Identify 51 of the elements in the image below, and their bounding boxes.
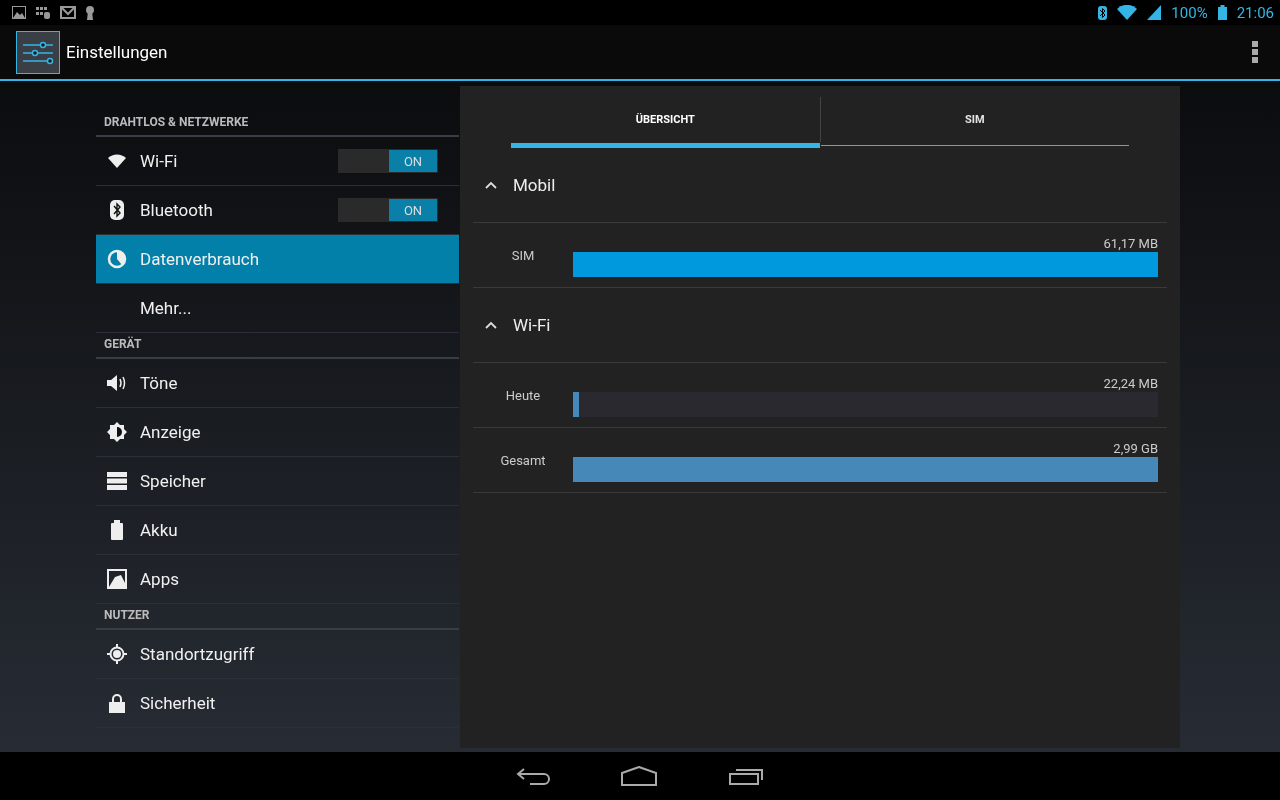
settings-item[interactable]: Wi-Fi ON xyxy=(96,137,459,186)
section-header: GERÄT xyxy=(96,333,459,359)
settings-item[interactable]: Anzeige xyxy=(96,408,459,457)
picture-icon xyxy=(107,569,127,589)
usage-label: SIM xyxy=(510,248,536,263)
usage-label: Gesamt xyxy=(499,453,547,468)
wifi-icon xyxy=(107,153,127,169)
keyhole-icon xyxy=(86,5,94,20)
clock: 21:06 xyxy=(1236,3,1274,22)
location-icon xyxy=(107,644,127,664)
wifi-icon xyxy=(1117,5,1138,20)
group-header[interactable]: Mobil xyxy=(473,148,1167,223)
more-icon xyxy=(1252,41,1260,63)
battery-icon xyxy=(111,520,123,540)
tab[interactable]: SIM xyxy=(820,96,1129,143)
usage-label: Heute xyxy=(504,388,542,403)
usage-amount: 2,99 GB xyxy=(1113,441,1158,456)
home-button[interactable] xyxy=(620,766,658,786)
section-header: DRAHTLOS & NETZWERKE xyxy=(96,111,459,137)
pie-chart-icon xyxy=(107,249,127,269)
brightness-icon xyxy=(107,422,127,442)
bluetooth-icon xyxy=(110,200,124,220)
settings-app-icon[interactable] xyxy=(16,30,60,74)
usage-amount: 61,17 MB xyxy=(1103,236,1158,251)
settings-item[interactable]: Standortzugriff xyxy=(96,630,459,679)
picture-icon xyxy=(12,6,26,19)
speaker-icon xyxy=(106,373,128,393)
usage-amount: 22,24 MB xyxy=(1103,376,1158,391)
back-button[interactable] xyxy=(516,766,550,786)
lock-icon xyxy=(109,693,125,713)
settings-item[interactable]: Sicherheit xyxy=(96,679,459,728)
mail-icon xyxy=(60,6,76,19)
settings-item[interactable]: Akku xyxy=(96,506,459,555)
toggle-knob: ON xyxy=(389,150,437,172)
section-header: NUTZER xyxy=(96,604,459,630)
group-header[interactable]: Wi-Fi xyxy=(473,288,1167,363)
settings-item[interactable]: Speicher xyxy=(96,457,459,506)
settings-item[interactable]: Mehr... xyxy=(96,284,459,333)
recent-apps-button[interactable] xyxy=(728,766,764,786)
settings-item[interactable]: Töne xyxy=(96,359,459,408)
tab[interactable]: ÜBERSICHT xyxy=(511,96,820,143)
grid-icon xyxy=(36,6,50,19)
battery-percent: 100% xyxy=(1171,3,1208,22)
signal-icon xyxy=(1147,5,1162,20)
toggle-knob: ON xyxy=(389,199,437,221)
storage-icon xyxy=(107,472,127,490)
settings-item[interactable]: Datenverbrauch xyxy=(96,235,459,284)
battery-icon xyxy=(1217,5,1227,20)
settings-item[interactable]: Apps xyxy=(96,555,459,604)
bluetooth-icon xyxy=(1098,5,1108,20)
app-title: Einstellungen xyxy=(66,42,168,62)
